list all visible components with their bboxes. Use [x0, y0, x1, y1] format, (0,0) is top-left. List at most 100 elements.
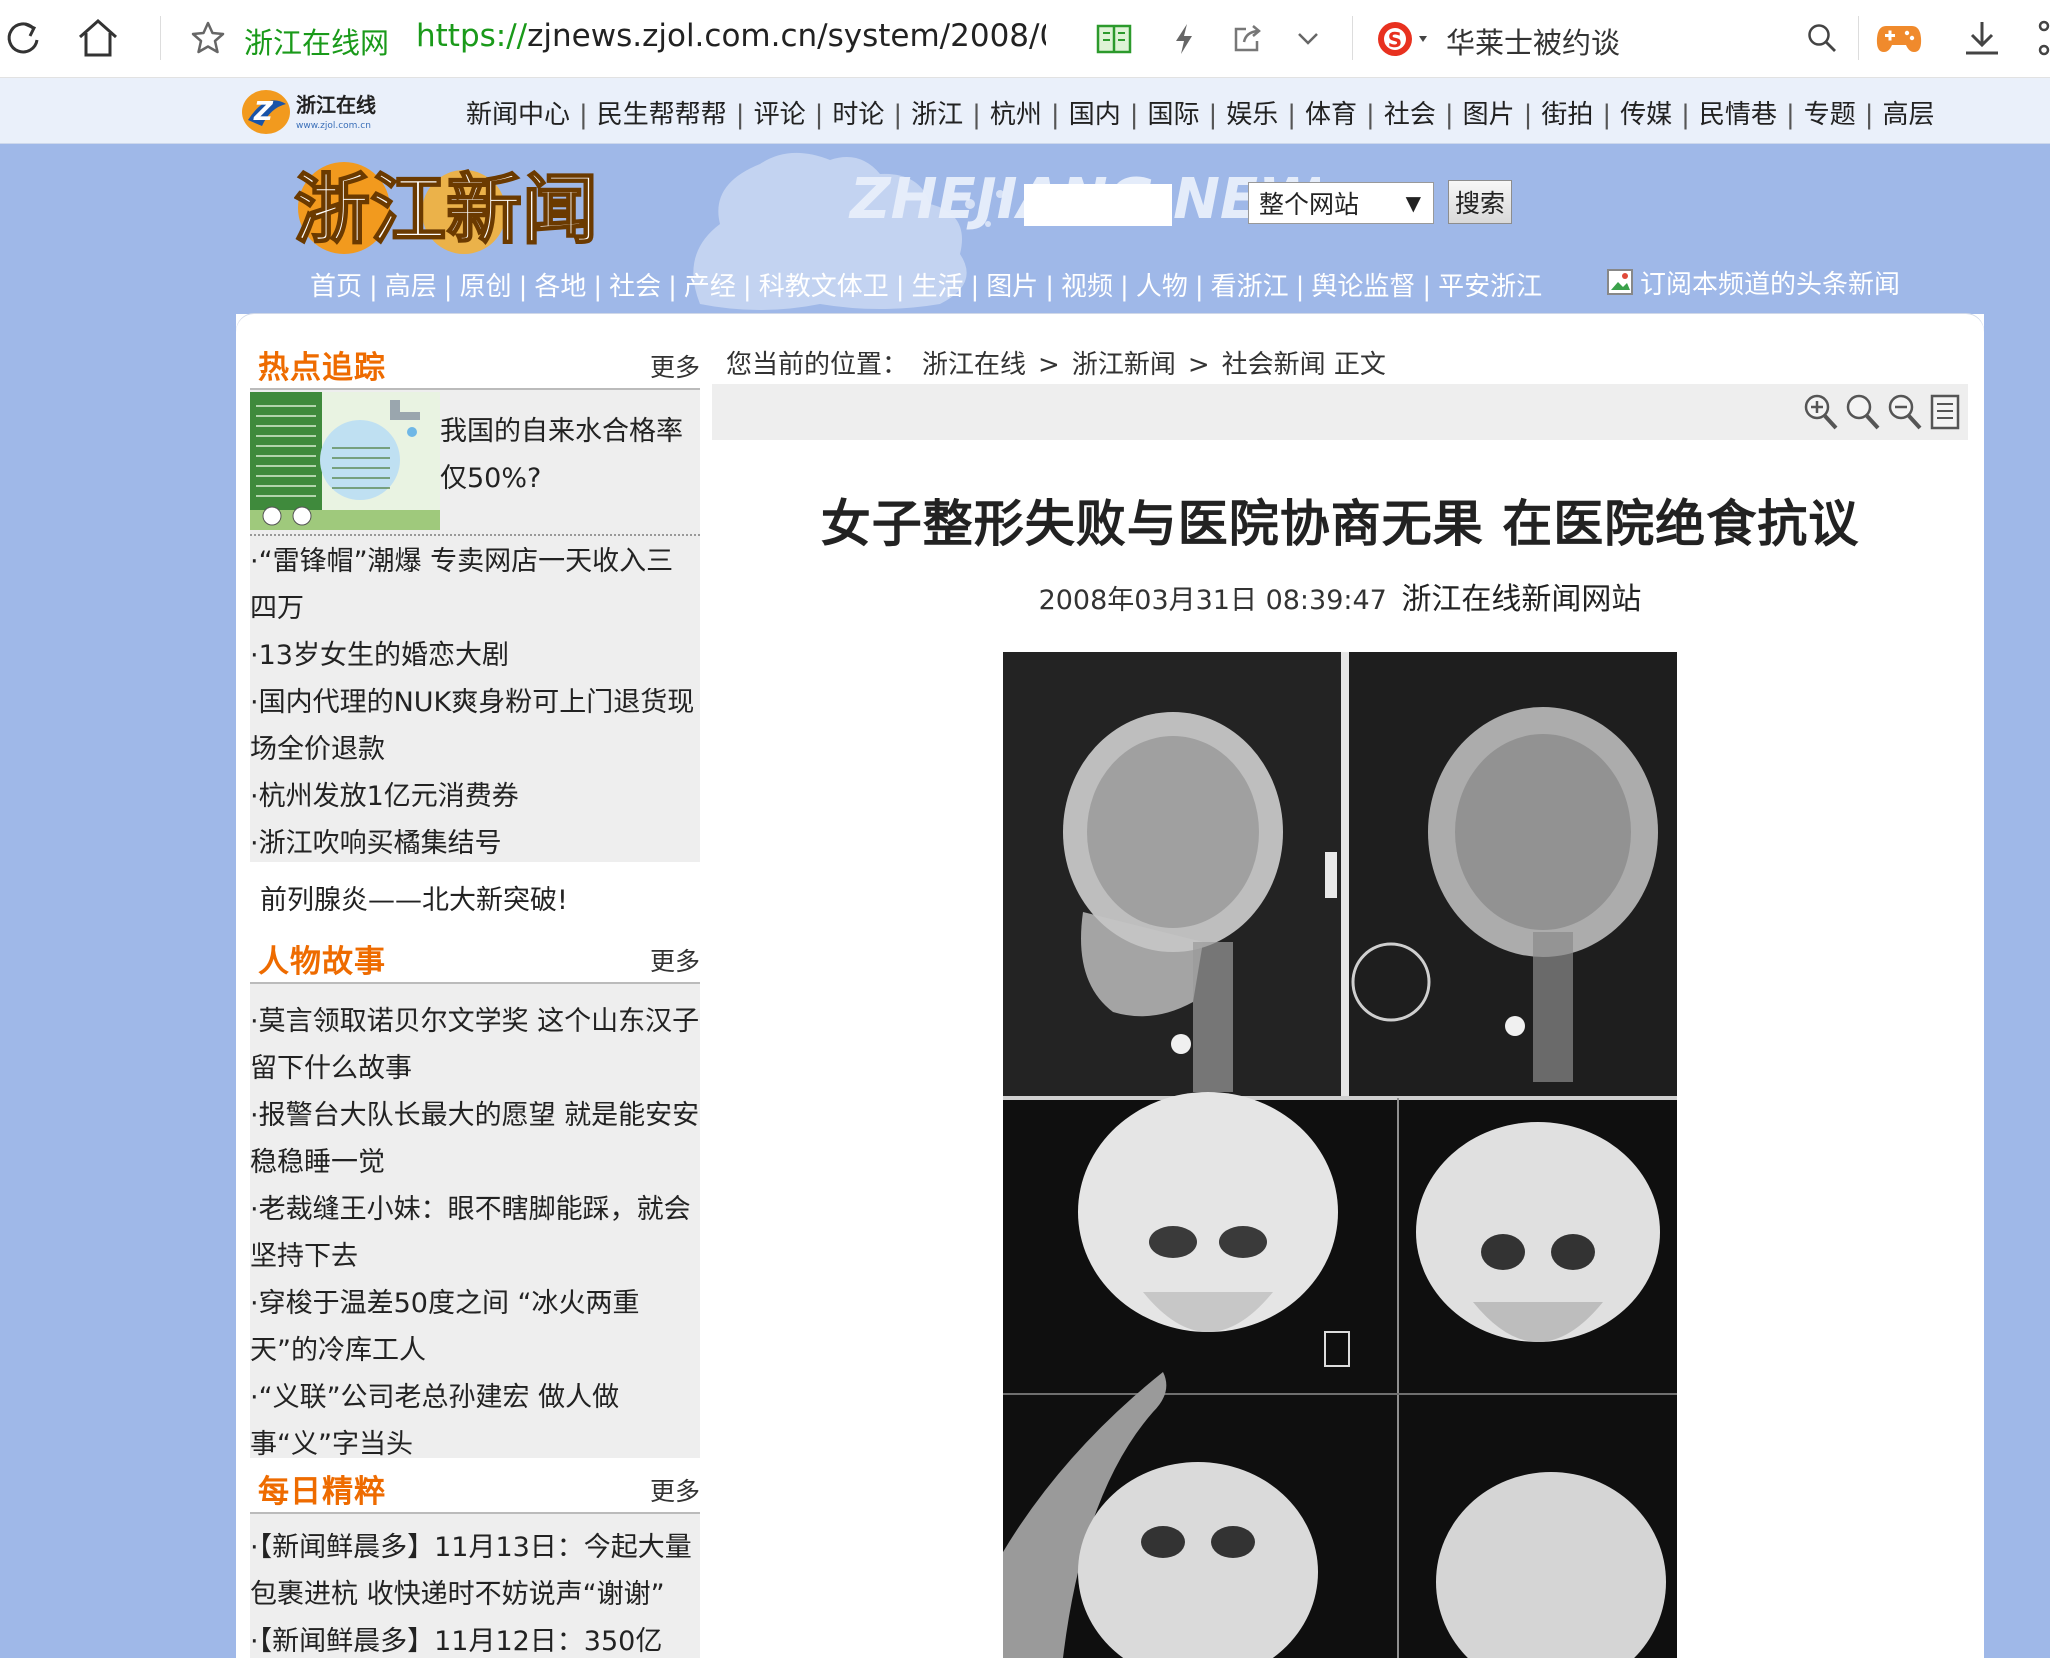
top-nav-link[interactable]: 浙江	[911, 100, 963, 130]
top-nav-link[interactable]: 评论	[754, 100, 806, 130]
breadcrumb-item[interactable]: 浙江新闻	[1072, 350, 1176, 380]
top-nav-link[interactable]: 国内	[1069, 100, 1121, 130]
download-button[interactable]	[1956, 12, 2008, 64]
nav-separator: |	[1602, 100, 1612, 130]
home-button[interactable]	[72, 14, 124, 62]
channel-nav-link[interactable]: 看浙江	[1211, 272, 1289, 302]
people-section-title: 人物故事	[258, 944, 386, 980]
svg-text:S: S	[1388, 28, 1402, 52]
hot-more-link[interactable]: 更多	[650, 348, 700, 384]
top-nav-link[interactable]: 专题	[1804, 100, 1856, 130]
news-list-item[interactable]: ·13岁女生的婚恋大剧	[250, 632, 700, 679]
browser-search-button[interactable]	[1800, 16, 1844, 60]
search-box-hint[interactable]: 华莱士被约谈	[1446, 20, 1620, 62]
top-nav-link[interactable]: 时论	[832, 100, 884, 130]
nav-separator: |	[895, 272, 905, 302]
reload-button[interactable]	[0, 14, 46, 62]
top-nav-link[interactable]: 国际	[1147, 100, 1199, 130]
top-nav-link[interactable]: 体育	[1305, 100, 1357, 130]
channel-logo[interactable]: 浙江新闻	[294, 152, 654, 264]
print-button[interactable]	[1928, 392, 1966, 432]
zoom-reset-button[interactable]	[1844, 392, 1882, 432]
search-scope-select[interactable]: 整个网站 ▼	[1248, 182, 1434, 224]
article-photo-xray-ct-scans	[1003, 652, 1677, 1658]
channel-nav-link[interactable]: 图片	[986, 272, 1038, 302]
news-list-item[interactable]: ·报警台大队长最大的愿望 就是能安安稳稳睡一觉	[250, 1092, 700, 1186]
nav-separator: |	[1194, 272, 1204, 302]
people-more-link[interactable]: 更多	[650, 942, 700, 978]
channel-nav-link[interactable]: 视频	[1061, 272, 1113, 302]
news-list-item[interactable]: ·【新闻鲜晨多】11月13日：今起大量包裹进杭 收快递时不妨说声“谢谢”	[250, 1524, 700, 1618]
top-nav-link[interactable]: 街拍	[1541, 100, 1593, 130]
zjol-logo[interactable]: Z 浙江在线 www.zjol.com.cn	[240, 86, 410, 138]
top-nav-link[interactable]: 杭州	[990, 100, 1042, 130]
channel-nav-link[interactable]: 生活	[911, 272, 963, 302]
top-nav-link[interactable]: 民生帮帮帮	[597, 100, 727, 130]
nav-separator: |	[1129, 100, 1139, 130]
nav-separator: |	[1523, 100, 1533, 130]
site-search-button[interactable]: 搜索	[1448, 180, 1512, 224]
channel-nav: 首页 | 高层 | 原创 | 各地 | 社会 | 产经 | 科教文体卫 | 生活 | 图片 | 视频 | 人物 | 看浙江 |…	[310, 266, 1542, 303]
channel-nav-link[interactable]: 产经	[684, 272, 736, 302]
breadcrumb: 您当前的位置： 浙江在线 > 浙江新闻 > 社会新闻 正文	[726, 344, 1386, 381]
top-nav-link[interactable]: 高层	[1883, 100, 1935, 130]
search-engine-selector[interactable]: S	[1372, 16, 1442, 62]
nav-separator: |	[443, 272, 453, 302]
game-button[interactable]	[1872, 14, 1926, 62]
top-nav-link[interactable]: 新闻中心	[466, 100, 570, 130]
daily-more-link[interactable]: 更多	[650, 1472, 700, 1508]
news-list-item[interactable]: ·穿梭于温差50度之间 “冰火两重天”的冷库工人	[250, 1280, 700, 1374]
daily-section-header: 每日精粹 更多	[250, 1458, 700, 1514]
top-nav-link[interactable]: 图片	[1463, 100, 1515, 130]
zoom-out-button[interactable]	[1886, 392, 1924, 432]
nav-separator: |	[593, 272, 603, 302]
nav-separator: |	[1864, 100, 1874, 130]
channel-nav-link[interactable]: 人物	[1136, 272, 1188, 302]
toolbar-divider	[1858, 16, 1859, 60]
news-list-item[interactable]: ·“义联”公司老总孙建宏 做人做事“义”字当头	[250, 1374, 700, 1468]
channel-nav-link[interactable]: 首页	[310, 272, 362, 302]
top-nav-link[interactable]: 传媒	[1620, 100, 1672, 130]
news-list-item[interactable]: ·“雷锋帽”潮爆 专卖网店一天收入三四万	[250, 538, 700, 632]
news-list-item[interactable]: ·【新闻鲜晨多】11月12日：350亿	[250, 1618, 700, 1658]
site-search-input[interactable]	[1024, 184, 1172, 226]
news-list-item[interactable]: ·杭州发放1亿元消费券	[250, 773, 700, 820]
top-nav-link[interactable]: 社会	[1384, 100, 1436, 130]
nav-separator: |	[814, 100, 824, 130]
nav-separator: |	[1422, 272, 1432, 302]
url-path: zjnews.zjol.com.cn/system/2008/03	[527, 18, 1046, 54]
speed-mode-button[interactable]	[1164, 18, 1204, 60]
sidebar-ad-link[interactable]: 前列腺炎——北大新突破!	[260, 878, 568, 917]
news-list-item[interactable]: ·国内代理的NUK爽身粉可上门退货现场全价退款	[250, 679, 700, 773]
top-nav-link[interactable]: 娱乐	[1226, 100, 1278, 130]
top-nav-link[interactable]: 民情巷	[1699, 100, 1777, 130]
news-list-item[interactable]: ·莫言领取诺贝尔文学奖 这个山东汉子留下什么故事	[250, 998, 700, 1092]
subscribe-link[interactable]: 订阅本频道的头条新闻	[1606, 264, 1900, 301]
nav-separator: |	[1208, 100, 1218, 130]
channel-nav-link[interactable]: 各地	[534, 272, 586, 302]
channel-nav-link[interactable]: 原创	[460, 272, 512, 302]
hot-feature-link[interactable]: 我国的自来水合格率仅50%?	[440, 408, 696, 502]
news-list-item[interactable]: ·老裁缝王小妹：眼不瞎脚能踩，就会坚持下去	[250, 1186, 700, 1280]
channel-nav-link[interactable]: 社会	[609, 272, 661, 302]
share-button[interactable]	[1226, 18, 1268, 60]
channel-nav-link[interactable]: 科教文体卫	[759, 272, 889, 302]
address-bar[interactable]: https://zjnews.zjol.com.cn/system/2008/0…	[416, 18, 1046, 54]
zoom-in-button[interactable]	[1802, 392, 1840, 432]
channel-nav-link[interactable]: 高层	[385, 272, 437, 302]
channel-nav-link[interactable]: 平安浙江	[1438, 272, 1542, 302]
news-list-item[interactable]: ·浙江吹响买橘集结号	[250, 820, 700, 867]
channel-nav-link[interactable]: 舆论监督	[1311, 272, 1415, 302]
breadcrumb-item[interactable]: 浙江在线	[922, 350, 1026, 380]
nav-separator: |	[893, 100, 903, 130]
nav-separator: |	[518, 272, 528, 302]
zjol-logo-url: www.zjol.com.cn	[296, 121, 371, 131]
address-dropdown-button[interactable]	[1288, 18, 1328, 60]
hot-feature-thumbnail[interactable]	[250, 392, 440, 530]
reader-mode-button[interactable]	[1092, 18, 1136, 60]
reader-icon	[1096, 24, 1132, 54]
nav-separator: |	[1681, 100, 1690, 130]
chevron-down-icon	[1298, 33, 1318, 45]
bookmark-button[interactable]	[186, 16, 230, 60]
browser-menu-button[interactable]	[2030, 12, 2050, 64]
